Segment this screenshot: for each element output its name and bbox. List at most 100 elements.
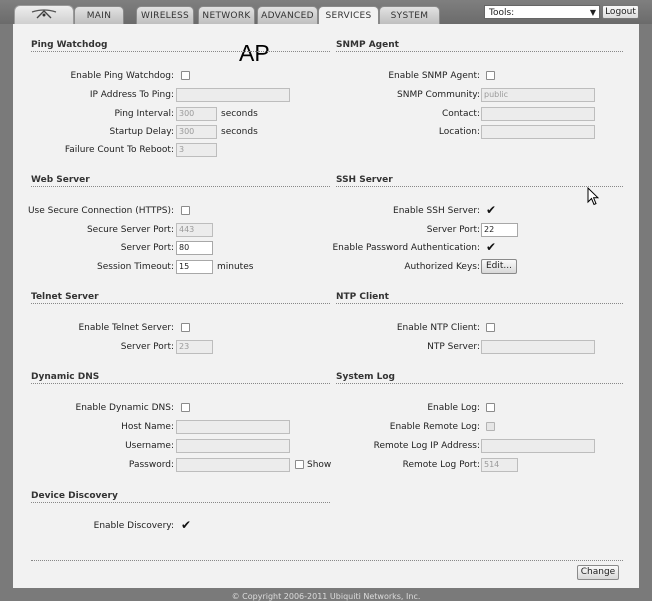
dynamic-dns-title: Dynamic DNS [31,372,100,382]
session-timeout-input[interactable]: 15 [176,260,213,274]
ntp-client-title: NTP Client [336,292,389,302]
tab-wireless[interactable]: WIRELESS [136,6,194,24]
mouse-cursor-icon [587,187,599,206]
enable-ping-watchdog-checkbox[interactable] [181,71,190,80]
password-label: Password: [128,460,174,470]
web-server-port-input[interactable]: 80 [176,241,213,255]
snmp-community-label: SNMP Community: [397,90,480,100]
tab-advanced[interactable]: ADVANCED [257,6,318,24]
remote-log-ip-input[interactable] [481,439,595,453]
failure-count-input[interactable]: 3 [176,143,217,157]
enable-snmp-label: Enable SNMP Agent: [388,71,480,81]
enable-ddns-label: Enable Dynamic DNS: [75,403,174,413]
ntp-server-label: NTP Server: [427,342,480,352]
secure-port-label: Secure Server Port: [86,225,174,235]
startup-delay-label: Startup Delay: [109,127,174,137]
ip-to-ping-input[interactable] [176,88,290,102]
ap-label: AP [239,40,270,66]
ntp-server-input[interactable] [481,340,595,354]
enable-log-label: Enable Log: [427,403,480,413]
section-divider [336,303,623,304]
telnet-server-title: Telnet Server [31,292,99,302]
location-input[interactable] [481,125,595,139]
contact-input[interactable] [481,107,595,121]
ssh-server-title: SSH Server [336,175,393,185]
logout-button[interactable]: Logout [602,5,639,19]
section-divider [336,186,623,187]
https-checkbox[interactable] [181,206,190,215]
dropdown-arrow-icon: ▼ [589,8,596,17]
session-timeout-label: Session Timeout: [97,262,174,272]
contact-label: Contact: [441,109,480,119]
enable-log-checkbox[interactable] [486,403,495,412]
device-discovery-title: Device Discovery [31,491,118,501]
show-password-checkbox[interactable] [295,460,304,469]
enable-ssh-label: Enable SSH Server: [393,206,480,216]
enable-ddns-checkbox[interactable] [181,403,190,412]
ip-to-ping-label: IP Address To Ping: [89,90,174,100]
section-divider [31,303,330,304]
section-divider [31,383,330,384]
enable-ntp-label: Enable NTP Client: [396,323,480,333]
secure-port-input[interactable]: 443 [176,223,213,237]
password-auth-checkbox[interactable]: ✔ [486,241,496,253]
authorized-keys-edit-button[interactable]: Edit... [481,259,517,274]
failure-count-label: Failure Count To Reboot: [64,145,174,155]
startup-delay-input[interactable]: 300 [176,125,217,139]
snmp-agent-title: SNMP Agent [336,40,399,50]
tab-main[interactable]: MAIN [74,6,124,24]
enable-telnet-checkbox[interactable] [181,323,190,332]
section-divider [31,186,330,187]
host-name-input[interactable] [176,420,290,434]
tools-dropdown[interactable]: Tools: ▼ [484,5,600,19]
enable-remote-log-label: Enable Remote Log: [389,422,480,432]
remote-log-ip-label: Remote Log IP Address: [373,441,480,451]
ssh-port-label: Server Port: [426,225,480,235]
ping-interval-input[interactable]: 300 [176,107,217,121]
ping-interval-label: Ping Interval: [114,109,174,119]
tab-system[interactable]: SYSTEM [379,6,440,24]
host-name-label: Host Name: [121,422,174,432]
web-server-title: Web Server [31,175,90,185]
ping-interval-unit: seconds [221,109,258,119]
password-auth-label: Enable Password Authentication: [332,243,480,253]
enable-ping-watchdog-label: Enable Ping Watchdog: [70,71,174,81]
top-navigation-bar: MAIN WIRELESS NETWORK ADVANCED SERVICES … [0,0,652,25]
enable-discovery-label: Enable Discovery: [93,521,174,531]
location-label: Location: [438,127,480,137]
password-input[interactable] [176,458,290,472]
ubiquiti-logo-tab[interactable] [14,5,74,24]
tab-services[interactable]: SERVICES [318,6,379,25]
enable-ssh-checkbox[interactable]: ✔ [486,204,496,216]
system-log-title: System Log [336,372,395,382]
startup-delay-unit: seconds [221,127,258,137]
enable-discovery-checkbox[interactable]: ✔ [181,519,191,531]
remote-log-port-input[interactable]: 514 [481,458,518,472]
ssh-port-input[interactable]: 22 [481,223,518,237]
ping-watchdog-title: Ping Watchdog [31,40,108,50]
username-label: Username: [125,441,174,451]
web-server-port-label: Server Port: [120,243,174,253]
change-button[interactable]: Change [577,565,619,580]
authorized-keys-label: Authorized Keys: [404,262,480,272]
telnet-port-input[interactable]: 23 [176,340,213,354]
section-divider [336,383,623,384]
section-divider [336,51,623,52]
section-divider [31,51,330,52]
tab-network[interactable]: NETWORK [198,6,255,24]
session-timeout-unit: minutes [217,262,254,272]
telnet-port-label: Server Port: [120,342,174,352]
enable-ntp-checkbox[interactable] [486,323,495,332]
bottom-divider [31,560,623,561]
enable-telnet-label: Enable Telnet Server: [78,323,174,333]
snmp-community-input[interactable]: public [481,88,595,102]
tools-dropdown-label: Tools: [489,8,515,18]
remote-log-port-label: Remote Log Port: [402,460,480,470]
section-divider [31,502,330,503]
show-password-label: Show [307,460,332,470]
username-input[interactable] [176,439,290,453]
https-label: Use Secure Connection (HTTPS): [27,206,174,216]
enable-snmp-checkbox[interactable] [486,71,495,80]
ubiquiti-logo-icon [31,9,57,19]
enable-remote-log-checkbox[interactable] [486,422,495,431]
